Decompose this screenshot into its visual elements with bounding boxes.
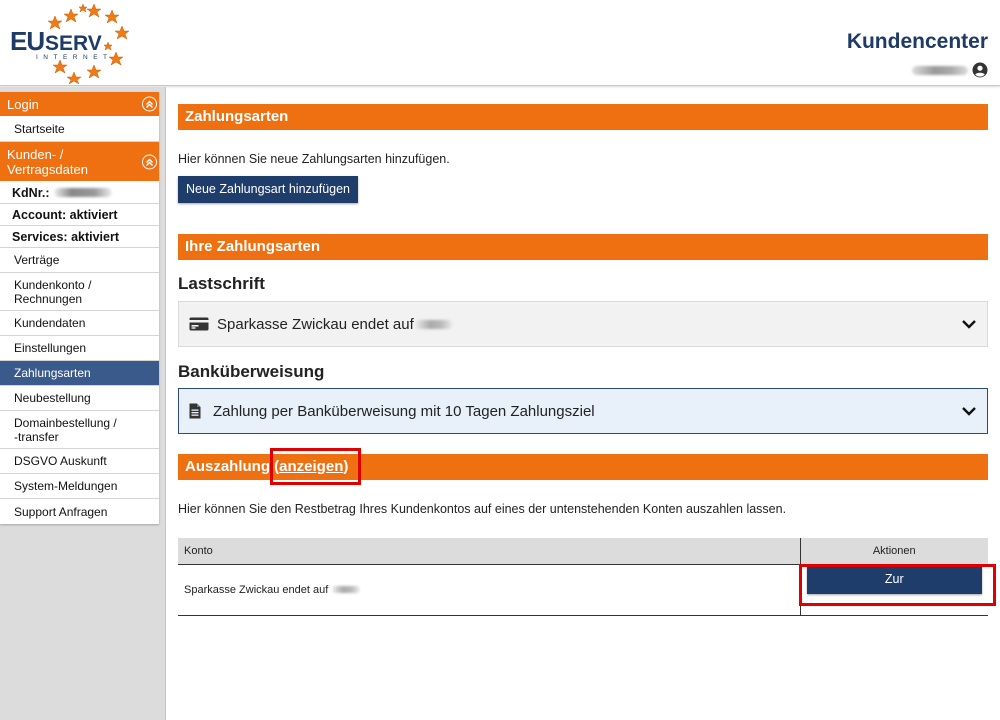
sidebar-item-label: Support Anfragen [14,504,108,519]
sidebar-section-label: Login [7,97,39,112]
sidebar-item-label: System-Meldungen [14,479,118,493]
account-status: Account: aktiviert [0,204,159,226]
redacted-customer-number [53,188,112,197]
zahlungsarten-description: Hier können Sie neue Zahlungsarten hinzu… [178,152,450,166]
redacted-account-number [332,585,361,593]
lastschrift-account-text: Sparkasse Zwickau endet auf [217,315,414,333]
chevron-down-icon[interactable] [961,316,977,332]
column-header-konto: Konto [178,538,800,565]
redacted-username [912,65,968,75]
svg-text:INTERNET: INTERNET [36,54,113,61]
collapse-up-icon[interactable] [142,154,157,169]
sidebar-section-kunden[interactable]: Kunden- / Vertragsdaten [0,142,159,182]
services-status: Services: aktiviert [0,226,159,248]
sidebar-item-label: Zahlungsarten [14,366,91,380]
sidebar-menu: Login Startseite Kunden- / Vertragsdaten… [0,92,159,524]
sidebar-item-system-meldungen[interactable]: System-Meldungen [0,474,159,499]
sidebar-item-support[interactable]: Support Anfragen [0,499,159,524]
document-icon [189,401,207,421]
svg-text:EU: EU [10,26,44,56]
sidebar-section-label: Kunden- / [7,147,64,162]
sidebar-item-zahlungsarten[interactable]: Zahlungsarten [0,361,159,386]
section-title-ihre-zahlungsarten: Ihre Zahlungsarten [178,234,988,260]
sidebar-item-label: Kundendaten [14,316,86,330]
sidebar-item-startseite[interactable]: Startseite [0,117,159,142]
header: EU SERV INTERNET Kundencenter [0,0,1000,86]
add-payment-method-button[interactable]: Neue Zahlungsart hinzufügen [178,176,359,203]
credit-card-icon [189,314,211,334]
sidebar-item-dsgvo[interactable]: DSGVO Auskunft [0,449,159,474]
sidebar-item-label: Domainbestellung / [14,415,117,430]
redacted-account-number [414,319,453,329]
column-header-aktionen: Aktionen [799,538,988,565]
sidebar-section-label: Vertragsdaten [7,162,88,177]
lastschrift-heading: Lastschrift [178,274,265,293]
sidebar-item-label: -transfer [14,429,59,444]
sidebar-item-label: Startseite [14,122,65,136]
sidebar-item-label: Kundenkonto / [14,277,92,292]
user-circle-icon[interactable] [972,62,988,78]
sidebar-item-label: Verträge [14,253,60,267]
sidebar-item-kundenkonto[interactable]: Kundenkonto / Rechnungen [0,273,159,311]
konto-cell-text: Sparkasse Zwickau endet auf [184,583,329,596]
bankueberweisung-heading: Banküberweisung [178,362,325,381]
sidebar-item-vertraege[interactable]: Verträge [0,248,159,273]
auszahlung-description: Hier können Sie den Restbetrag Ihres Kun… [178,502,787,516]
sidebar-item-label: Rechnungen [14,291,83,306]
sidebar-item-domainbestellung[interactable]: Domainbestellung / -transfer [0,411,159,449]
bankueberweisung-text: Zahlung per Banküberweisung mit 10 Tagen… [213,402,595,420]
euserv-logo[interactable]: EU SERV INTERNET [8,2,133,84]
customer-number-label: KdNr.: [12,185,50,200]
auszahlung-title: Auszahlung [185,458,270,475]
highlight-box-auszahlung-button [799,564,996,606]
user-menu[interactable] [912,62,988,78]
customer-number: KdNr.: [0,182,159,204]
sidebar-item-einstellungen[interactable]: Einstellungen [0,336,159,361]
bankueberweisung-entry[interactable]: Zahlung per Banküberweisung mit 10 Tagen… [178,388,988,434]
svg-text:SERV: SERV [45,32,102,55]
chevron-down-icon[interactable] [961,403,977,419]
highlight-box-anzeigen [270,448,361,485]
sidebar: Login Startseite Kunden- / Vertragsdaten… [0,87,166,720]
sidebar-section-login[interactable]: Login [0,92,159,117]
services-status-text: Services: aktiviert [12,229,120,244]
sidebar-item-label: Neubestellung [14,391,91,405]
sidebar-item-neubestellung[interactable]: Neubestellung [0,386,159,411]
sidebar-item-label: DSGVO Auskunft [14,454,107,468]
section-title-zahlungsarten: Zahlungsarten [178,104,988,130]
konto-cell: Sparkasse Zwickau endet auf [178,564,800,616]
sidebar-item-kundendaten[interactable]: Kundendaten [0,311,159,336]
collapse-up-icon[interactable] [142,96,157,112]
sidebar-item-label: Einstellungen [14,341,87,355]
account-status-text: Account: aktiviert [12,207,118,222]
page-header-title: Kundencenter [846,30,988,53]
lastschrift-entry[interactable]: Sparkasse Zwickau endet auf [178,301,988,347]
table-header-row: Konto Aktionen [178,538,988,565]
